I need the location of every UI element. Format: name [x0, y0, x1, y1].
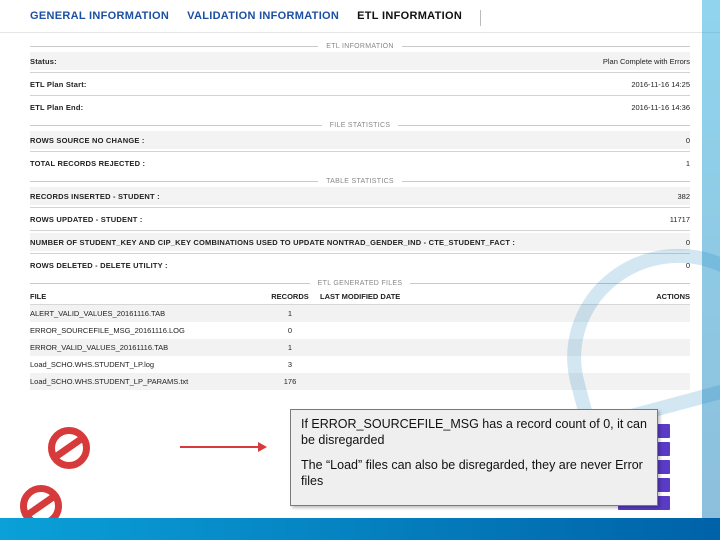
- tab-validation-information[interactable]: VALIDATION INFORMATION: [187, 10, 339, 26]
- row-status: Status: Plan Complete with Errors: [30, 52, 690, 70]
- label-plan-end: ETL Plan End:: [30, 103, 83, 112]
- label: NUMBER OF STUDENT_KEY AND CIP_KEY COMBIN…: [30, 238, 515, 247]
- section-label: FILE STATISTICS: [322, 122, 399, 129]
- tab-etl-information[interactable]: ETL INFORMATION: [357, 10, 481, 26]
- value: 1: [686, 159, 690, 168]
- divider: [30, 230, 690, 231]
- label: ROWS UPDATED - STUDENT :: [30, 215, 143, 224]
- section-etl-information: ETL INFORMATION: [30, 43, 690, 50]
- file-records: 3: [260, 360, 320, 369]
- row-deleted-utility: ROWS DELETED - DELETE UTILITY : 0: [30, 256, 690, 274]
- value-plan-end: 2016-11-16 14:36: [631, 103, 690, 112]
- decor-bottom-band: [0, 518, 720, 540]
- divider: [30, 207, 690, 208]
- label: TOTAL RECORDS REJECTED :: [30, 159, 145, 168]
- divider: [30, 72, 690, 73]
- section-file-statistics: FILE STATISTICS: [30, 122, 690, 129]
- value: 0: [686, 136, 690, 145]
- label-status: Status:: [30, 57, 57, 66]
- file-name: Load_SCHO.WHS.STUDENT_LP.log: [30, 360, 260, 369]
- row-source-nochange: ROWS SOURCE NO CHANGE : 0: [30, 131, 690, 149]
- section-label: ETL GENERATED FILES: [310, 280, 411, 287]
- value: 382: [677, 192, 690, 201]
- section-table-statistics: TABLE STATISTICS: [30, 178, 690, 185]
- prohibited-icon: [48, 427, 90, 469]
- value-plan-start: 2016-11-16 14:25: [631, 80, 690, 89]
- value: 11717: [670, 215, 690, 224]
- label: ROWS DELETED - DELETE UTILITY :: [30, 261, 168, 270]
- label: RECORDS INSERTED - STUDENT :: [30, 192, 160, 201]
- row-total-rejected: TOTAL RECORDS REJECTED : 1: [30, 154, 690, 172]
- row-nontrad-gender: NUMBER OF STUDENT_KEY AND CIP_KEY COMBIN…: [30, 233, 690, 251]
- tab-general-information[interactable]: GENERAL INFORMATION: [30, 10, 169, 26]
- col-records: RECORDS: [260, 292, 320, 301]
- file-name: ERROR_VALID_VALUES_20161116.TAB: [30, 343, 260, 352]
- file-records: 0: [260, 326, 320, 335]
- row-updated-student: ROWS UPDATED - STUDENT : 11717: [30, 210, 690, 228]
- file-name: ERROR_SOURCEFILE_MSG_20161116.LOG: [30, 326, 260, 335]
- callout-text-1: If ERROR_SOURCEFILE_MSG has a record cou…: [301, 416, 647, 449]
- annotation-callout: If ERROR_SOURCEFILE_MSG has a record cou…: [290, 409, 658, 506]
- section-etl-generated-files: ETL GENERATED FILES: [30, 280, 690, 287]
- row-plan-end: ETL Plan End: 2016-11-16 14:36: [30, 98, 690, 116]
- file-name: ALERT_VALID_VALUES_20161116.TAB: [30, 309, 260, 318]
- file-records: 1: [260, 343, 320, 352]
- file-records: 1: [260, 309, 320, 318]
- divider: [30, 95, 690, 96]
- row-inserted-student: RECORDS INSERTED - STUDENT : 382: [30, 187, 690, 205]
- value-status: Plan Complete with Errors: [603, 57, 690, 66]
- divider: [30, 151, 690, 152]
- label-plan-start: ETL Plan Start:: [30, 80, 87, 89]
- label: ROWS SOURCE NO CHANGE :: [30, 136, 145, 145]
- file-records: 176: [260, 377, 320, 386]
- section-label: ETL INFORMATION: [318, 43, 402, 50]
- divider: [30, 253, 690, 254]
- col-file: FILE: [30, 292, 260, 301]
- tab-bar: GENERAL INFORMATION VALIDATION INFORMATI…: [0, 0, 720, 33]
- value: 0: [686, 238, 690, 247]
- row-plan-start: ETL Plan Start: 2016-11-16 14:25: [30, 75, 690, 93]
- file-name: Load_SCHO.WHS.STUDENT_LP_PARAMS.txt: [30, 377, 260, 386]
- callout-text-2: The “Load” files can also be disregarded…: [301, 457, 647, 490]
- section-label: TABLE STATISTICS: [318, 178, 402, 185]
